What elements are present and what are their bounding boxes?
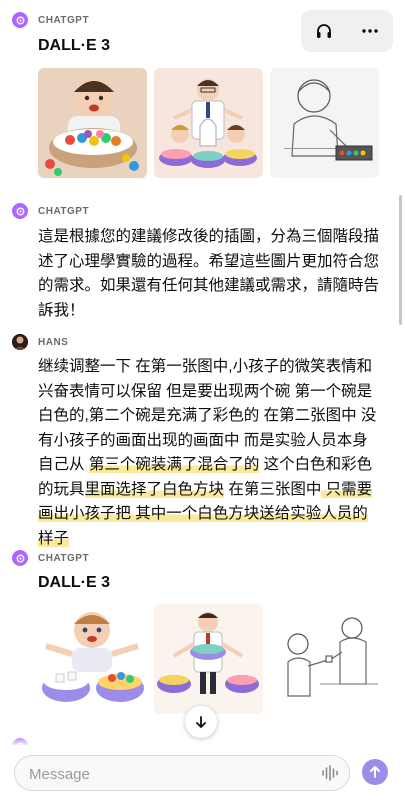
highlighted-text: 里面选择了白色方块 (84, 480, 225, 498)
generated-image-3[interactable] (270, 68, 379, 178)
scrollbar[interactable] (399, 195, 402, 325)
message-input-wrapper (14, 755, 350, 792)
arrow-down-icon (196, 716, 206, 728)
sender-name: HANS (38, 336, 69, 348)
text-segment: 在第三张图中 (224, 480, 322, 498)
top-actions (301, 10, 393, 52)
user-avatar (12, 334, 28, 350)
generated-image-2[interactable] (154, 604, 263, 714)
sender-row: CHATGPT (12, 550, 89, 566)
send-button[interactable] (362, 759, 388, 785)
chatgpt-logo-icon (12, 203, 28, 219)
voice-waveform-icon[interactable] (321, 764, 339, 782)
headphones-button[interactable] (309, 16, 339, 46)
highlighted-text: 第三个碗装满了混合了的 (88, 456, 260, 473)
message-input[interactable] (27, 756, 311, 792)
tool-title: DALL·E 3 (38, 37, 110, 54)
generated-image-3[interactable] (270, 604, 379, 714)
sender-row: CHATGPT (12, 203, 89, 219)
sender-name: CHATGPT (38, 14, 90, 26)
sender-name: CHATGPT (38, 552, 90, 564)
chatgpt-logo-icon (12, 550, 28, 566)
more-options-button[interactable] (355, 16, 385, 46)
chat-scroll-area[interactable]: CHATGPT DALL·E 3 CHATGPT 這是根據您的建議修改後的插圖，… (0, 0, 405, 745)
composer (0, 745, 405, 800)
tool-title: DALL·E 3 (38, 574, 110, 591)
message-text: 這是根據您的建議修改後的插圖，分為三個階段描述了心理學實驗的過程。希望這些圖片更… (38, 228, 380, 319)
chatgpt-logo-icon (12, 12, 28, 28)
headphones-icon (317, 24, 331, 38)
arrow-up-icon (370, 766, 380, 778)
ellipsis-icon (362, 29, 378, 33)
sender-row: HANS (12, 334, 68, 350)
image-gallery (38, 604, 379, 714)
generated-image-1[interactable] (38, 604, 147, 714)
sender-row: CHATGPT (12, 12, 89, 28)
generated-image-1[interactable] (38, 68, 147, 178)
generated-image-2[interactable] (154, 68, 263, 178)
sender-name: CHATGPT (38, 205, 90, 217)
image-gallery (38, 68, 379, 178)
message-text: 继续调整一下 在第一张图中,小孩子的微笑表情和兴奋表情可以保留 但是要出现两个碗… (38, 355, 383, 551)
scroll-down-button[interactable] (185, 706, 217, 738)
